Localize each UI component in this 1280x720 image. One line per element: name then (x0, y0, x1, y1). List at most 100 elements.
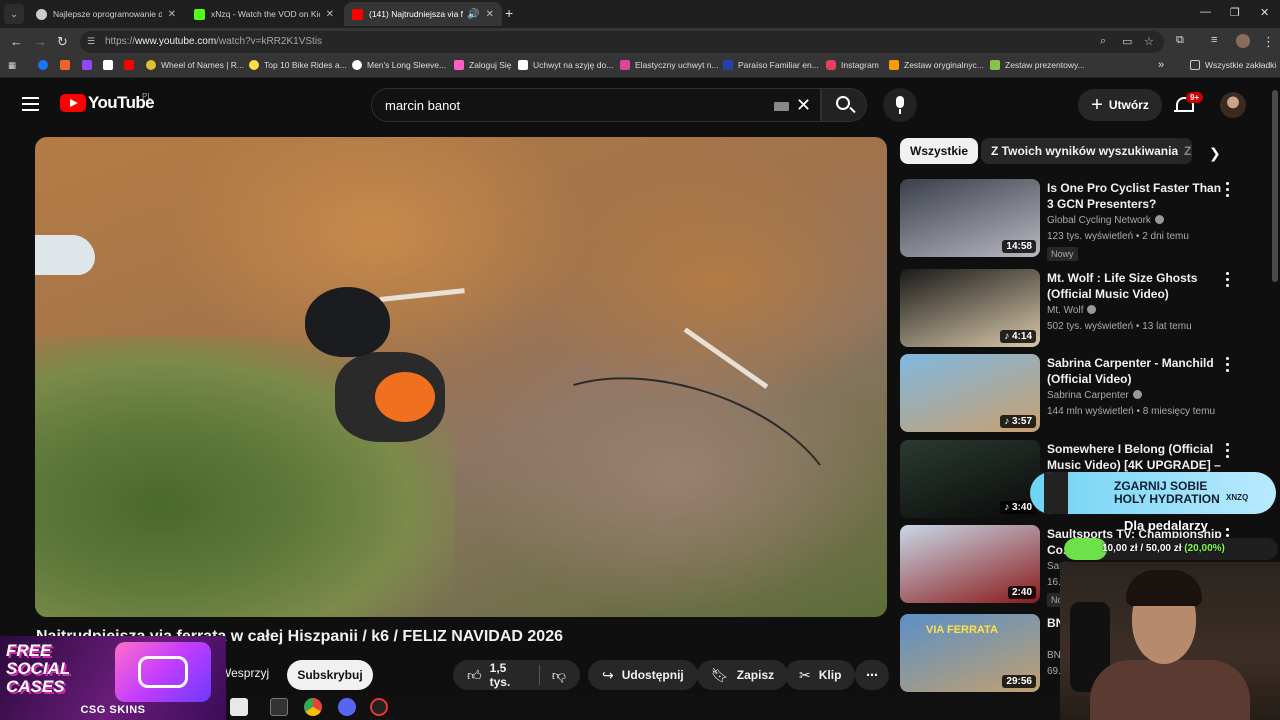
bookmark-star-icon[interactable]: ☆ (1144, 35, 1154, 48)
sponsor-banner: ZGARNIJ SOBIE HOLY HYDRATION XNZQ (1030, 472, 1276, 514)
back-arrow-icon[interactable]: ← (10, 34, 23, 49)
forward-arrow-icon[interactable]: → (34, 34, 47, 49)
browser-tab-3-active[interactable]: (141) Najtrudniejsza via fer 🔊 ✕ (344, 2, 502, 26)
search-query[interactable]: marcin banot (385, 98, 460, 113)
hamburger-menu-icon[interactable] (22, 97, 39, 111)
more-vertical-icon[interactable] (1226, 443, 1230, 461)
recommended-video[interactable]: ♪ 4:14 Mt. Wolf : Life Size Ghosts (Offic… (900, 269, 1250, 349)
youtube-logo[interactable]: YouTube (60, 93, 155, 113)
channel-name[interactable]: Mt. Wolf (1047, 305, 1097, 316)
thumbs-down-icon[interactable]: 👎︎ (552, 667, 566, 684)
window-close-button[interactable]: ✕ (1260, 6, 1269, 19)
close-icon[interactable]: ✕ (486, 9, 494, 20)
site-info-icon[interactable]: ☰ (87, 36, 99, 48)
like-count[interactable]: 1,5 tys. (490, 661, 527, 689)
voice-search-mic-icon[interactable] (883, 88, 917, 122)
page-scrollbar[interactable] (1272, 90, 1278, 282)
bookmark-top-10-bike-rides[interactable]: Top 10 Bike Rides a... (249, 60, 347, 70)
bookmark-wheel-of-names[interactable]: Wheel of Names | R... (146, 60, 244, 70)
url-text[interactable]: https://www.youtube.com/watch?v=kRR2K1VS… (105, 36, 322, 47)
share-button[interactable]: ↪ Udostępnij (588, 660, 698, 690)
bookmark-facebook[interactable] (38, 60, 53, 70)
media-control-icon[interactable]: ≡ (1211, 34, 1217, 46)
bookmark-instagram[interactable]: Instagram (826, 60, 879, 70)
bookmark-zestaw-prezentowy[interactable]: Zestaw prezentowy... (990, 60, 1085, 70)
recommended-video-title[interactable]: Mt. Wolf : Life Size Ghosts (Official Mu… (1047, 270, 1222, 302)
create-button[interactable]: + Utwórz (1078, 89, 1162, 121)
chevron-right-icon[interactable]: ❯ (1209, 145, 1221, 162)
taskbar-app-icon[interactable] (230, 698, 248, 716)
clear-search-icon[interactable]: ✕ (796, 95, 811, 116)
recommended-video-title[interactable]: Is One Pro Cyclist Faster Than 3 GCN Pre… (1047, 180, 1222, 212)
account-avatar[interactable] (1220, 92, 1246, 118)
more-vertical-icon[interactable] (1226, 357, 1230, 375)
bookmark-uchwyt-na-szyje[interactable]: Uchwyt na szyję do... (518, 60, 613, 70)
bookmark-mens-long-sleeve[interactable]: Men's Long Sleeve... (352, 60, 446, 70)
clip-button[interactable]: ✂ Klip (785, 660, 856, 690)
more-vertical-icon[interactable] (1226, 182, 1230, 200)
recommended-video[interactable]: 14:58 Is One Pro Cyclist Faster Than 3 GC… (900, 179, 1250, 261)
apps-grid-icon[interactable]: ▦ (8, 60, 16, 71)
country-code: PL (142, 92, 152, 101)
discord-icon[interactable] (338, 698, 356, 716)
bookmark-zestaw-oryginalnyc[interactable]: Zestaw oryginalnyc... (889, 60, 984, 70)
zoom-icon[interactable]: ⌕ (1100, 35, 1106, 48)
bookmarks-more-chevron[interactable]: » (1158, 59, 1164, 71)
video-thumbnail[interactable]: 14:58 (900, 179, 1040, 257)
support-button[interactable]: Wesprzyj (220, 666, 269, 680)
keyboard-icon[interactable] (774, 102, 789, 111)
channel-name[interactable]: Sabrina Carpenter (1047, 390, 1142, 401)
video-player[interactable] (35, 137, 887, 617)
channel-name[interactable]: Global Cycling Network (1047, 215, 1164, 226)
save-button[interactable]: 🔖︎ Zapisz (697, 660, 789, 690)
chip-all[interactable]: Wszystkie (900, 138, 979, 164)
video-thumbnail[interactable]: ♪ 3:40 (900, 440, 1040, 518)
more-actions-button[interactable]: ⋯ (855, 660, 889, 690)
search-button[interactable] (821, 88, 867, 122)
speaker-icon[interactable]: 🔊 (467, 9, 479, 20)
extensions-icon[interactable]: ⧉ (1176, 34, 1184, 47)
bookmark-paraiso-familiar[interactable]: Paraíso Familiar en... (723, 60, 819, 70)
climber-backpack (375, 372, 435, 422)
terminal-icon[interactable] (270, 698, 288, 716)
maximize-button[interactable]: ❐ (1230, 6, 1240, 19)
chrome-icon[interactable] (304, 698, 322, 716)
chip-from-search[interactable]: Z Twoich wyników wyszukiwania (981, 138, 1189, 164)
video-thumbnail[interactable]: ♪ 4:14 (900, 269, 1040, 347)
browser-tab-2[interactable]: xNzq - Watch the VOD on Kick ✕ (186, 2, 342, 26)
chip-partial[interactable]: Z (1178, 138, 1192, 164)
close-icon[interactable]: ✕ (168, 9, 176, 20)
minimize-button[interactable]: — (1200, 6, 1211, 18)
bookmark-twitch[interactable] (82, 60, 97, 70)
recommended-video-title[interactable]: Sabrina Carpenter - Manchild (Official V… (1047, 355, 1222, 387)
streamer-webcam (1060, 562, 1280, 720)
tab-search-button[interactable]: ⌄ (4, 4, 24, 24)
video-thumbnail[interactable]: VIA FERRATA 29:56 (900, 614, 1040, 692)
browser-menu-icon[interactable]: ⋮ (1262, 34, 1275, 50)
music-note-icon: ♪ (1004, 331, 1012, 342)
bookmark-zaloguj-sie[interactable]: Zaloguj Się (454, 60, 512, 70)
bookmark-elastyczny-uchwyt[interactable]: Elastyczny uchwyt n... (620, 60, 719, 70)
bookmark-x[interactable] (103, 60, 118, 70)
cast-icon[interactable]: ▭ (1122, 35, 1132, 48)
all-bookmarks-folder[interactable]: Wszystkie zakładki (1190, 60, 1276, 70)
subscribe-button[interactable]: Subskrybuj (287, 660, 373, 690)
more-vertical-icon[interactable] (1226, 272, 1230, 290)
thumbs-up-icon[interactable]: 👍︎ (467, 667, 482, 684)
new-tab-button[interactable]: + (505, 5, 513, 21)
close-icon[interactable]: ✕ (326, 9, 334, 20)
reload-icon[interactable]: ↻ (57, 34, 68, 50)
obs-icon[interactable] (370, 698, 388, 716)
instagram-icon (138, 656, 188, 688)
bookmark-2[interactable] (60, 60, 75, 70)
recommended-video[interactable]: ♪ 3:57 Sabrina Carpenter - Manchild (Offi… (900, 354, 1250, 434)
address-bar[interactable]: ☰ https://www.youtube.com/watch?v=kRR2K1… (80, 31, 1164, 53)
video-thumbnail[interactable]: ♪ 3:57 (900, 354, 1040, 432)
browser-tab-1[interactable]: Najlepsze oprogramowanie do ✕ (28, 2, 184, 26)
profile-avatar[interactable] (1236, 34, 1250, 48)
search-input[interactable]: marcin banot ✕ (371, 88, 821, 122)
tab-title: xNzq - Watch the VOD on Kick (211, 9, 320, 19)
recommended-video-title[interactable]: Somewhere I Belong (Official Music Video… (1047, 441, 1222, 475)
video-thumbnail[interactable]: 2:40 (900, 525, 1040, 603)
bookmark-youtube[interactable] (124, 60, 139, 70)
